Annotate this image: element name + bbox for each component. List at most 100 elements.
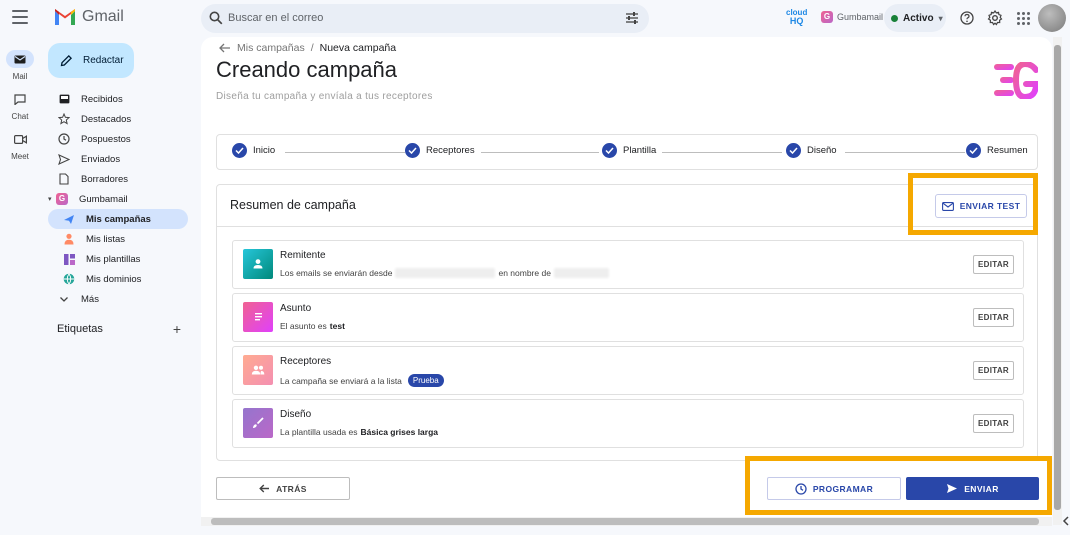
step-summary[interactable]: Resumen [966,143,1034,158]
horizontal-scrollbar[interactable] [201,517,1052,526]
sidebar-item-gumbamail[interactable]: ▾ G Gumbamail [48,189,188,209]
status-selector[interactable]: Activo ▾ [884,4,946,32]
search-icon[interactable] [209,11,223,25]
back-arrow-icon[interactable] [219,43,231,53]
top-bar: Gmail Buscar en el correo cloud HQ G Gum… [0,0,1070,36]
edit-subject-button[interactable]: EDITAR [973,308,1014,327]
status-dot-icon [891,14,898,22]
sidebar-item-my-domains[interactable]: Mis dominios [48,269,188,289]
add-label-icon[interactable]: + [173,321,181,337]
sidebar-item-label: Mis plantillas [86,253,141,265]
labels-section: Etiquetas + [57,321,187,337]
person-icon [63,233,75,245]
search-bar[interactable]: Buscar en el correo [201,4,649,33]
brush-icon [243,408,273,438]
redacted-name [553,268,609,278]
document-icon [243,302,273,332]
settings-gear-icon[interactable] [987,10,1003,26]
search-options-icon[interactable] [625,12,639,24]
draft-file-icon [58,173,70,185]
edit-sender-button[interactable]: EDITAR [973,255,1014,274]
avatar[interactable] [1038,4,1066,32]
sidebar-item-my-lists[interactable]: Mis listas [48,229,188,249]
side-panel-toggle-icon[interactable] [1060,513,1070,529]
step-design[interactable]: Diseño [786,143,843,158]
help-icon[interactable] [960,11,974,25]
clock-icon [58,133,70,145]
gmail-logo[interactable]: Gmail [54,8,124,26]
gumbamail-addon-label: Gumbamail [837,12,884,22]
paper-plane-icon [63,213,75,225]
step-recipients[interactable]: Receptores [405,143,481,158]
step-label: Diseño [807,145,837,156]
main-panel: Mis campañas / Nueva campaña Creando cam… [201,37,1052,525]
globe-icon [63,273,75,285]
cloudhq-logo[interactable]: cloud HQ [786,9,807,26]
search-input[interactable]: Buscar en el correo [228,12,323,24]
sidebar-item-drafts[interactable]: Borradores [48,169,188,189]
vertical-scroll-thumb[interactable] [1054,45,1061,510]
back-button[interactable]: ATRÁS [216,477,350,500]
rail-meet[interactable]: Meet [0,130,40,161]
edit-design-button[interactable]: EDITAR [973,414,1014,433]
redacted-email [395,268,496,278]
star-icon [58,113,70,125]
send-icon [58,153,70,165]
subject-value: test [329,321,345,331]
sidebar-nav: Recibidos Destacados Pospuestos Enviados… [48,89,188,309]
check-icon [602,143,617,158]
main-menu-icon[interactable] [12,10,28,24]
sidebar-item-sent[interactable]: Enviados [48,149,188,169]
sender-desc-text: Los emails se enviarán desde [280,268,393,278]
subject-desc-text: El asunto es [280,321,327,331]
gmail-wordmark: Gmail [82,8,124,25]
check-icon [786,143,801,158]
subject-description: El asunto es test [280,321,345,331]
video-camera-icon [6,130,34,148]
step-template[interactable]: Plantilla [602,143,663,158]
sidebar-item-label: Borradores [81,173,128,185]
sidebar-item-label: Mis listas [86,233,126,245]
step-connector [285,152,405,153]
campaign-stepper: Inicio Receptores Plantilla Diseño Resum… [216,134,1038,170]
sidebar-item-label: Destacados [81,113,132,125]
sidebar-item-starred[interactable]: Destacados [48,109,188,129]
breadcrumb-current: Nueva campaña [319,42,397,54]
subject-title: Asunto [280,303,312,314]
step-label: Receptores [426,145,475,156]
step-label: Inicio [253,145,276,156]
rail-mail[interactable]: Mail [0,50,40,81]
gumbamail-logo [994,62,1038,99]
sidebar-item-label: Enviados [81,153,121,165]
summary-title: Resumen de campaña [230,198,356,212]
gumbamail-addon-button[interactable]: G Gumbamail [821,11,883,23]
arrow-left-icon [259,484,270,493]
step-label: Resumen [987,145,1028,156]
sidebar-item-snoozed[interactable]: Pospuestos [48,129,188,149]
step-start[interactable]: Inicio [232,143,282,158]
sidebar-item-more[interactable]: Más [48,289,188,309]
sidebar-item-inbox[interactable]: Recibidos [48,89,188,109]
sender-description: Los emails se enviarán desde en nombre d… [280,268,609,278]
highlight-box-send-actions [745,456,1052,515]
recipients-desc-text: La campaña se enviará a la lista [280,375,402,386]
expand-caret-icon[interactable]: ▾ [48,195,52,203]
sidebar-item-label: Pospuestos [81,133,131,145]
breadcrumb-parent-link[interactable]: Mis campañas [237,42,305,54]
edit-recipients-button[interactable]: EDITAR [973,361,1014,380]
step-connector [479,152,599,153]
horizontal-scroll-thumb[interactable] [211,518,1039,525]
pencil-icon [60,54,73,67]
compose-button[interactable]: Redactar [48,43,134,78]
rail-mail-label: Mail [12,72,28,81]
compose-label: Redactar [83,55,124,66]
sidebar-item-my-templates[interactable]: Mis plantillas [48,249,188,269]
sidebar-item-my-campaigns[interactable]: Mis campañas [48,209,188,229]
sender-card: Remitente Los emails se enviarán desde e… [232,240,1024,289]
breadcrumb: Mis campañas / Nueva campaña [219,42,396,54]
rail-chat[interactable]: Chat [0,90,40,121]
apps-grid-icon[interactable] [1017,12,1030,25]
back-label: ATRÁS [276,483,307,494]
vertical-scrollbar[interactable] [1053,37,1062,525]
sidebar-item-label: Mis campañas [86,213,151,225]
